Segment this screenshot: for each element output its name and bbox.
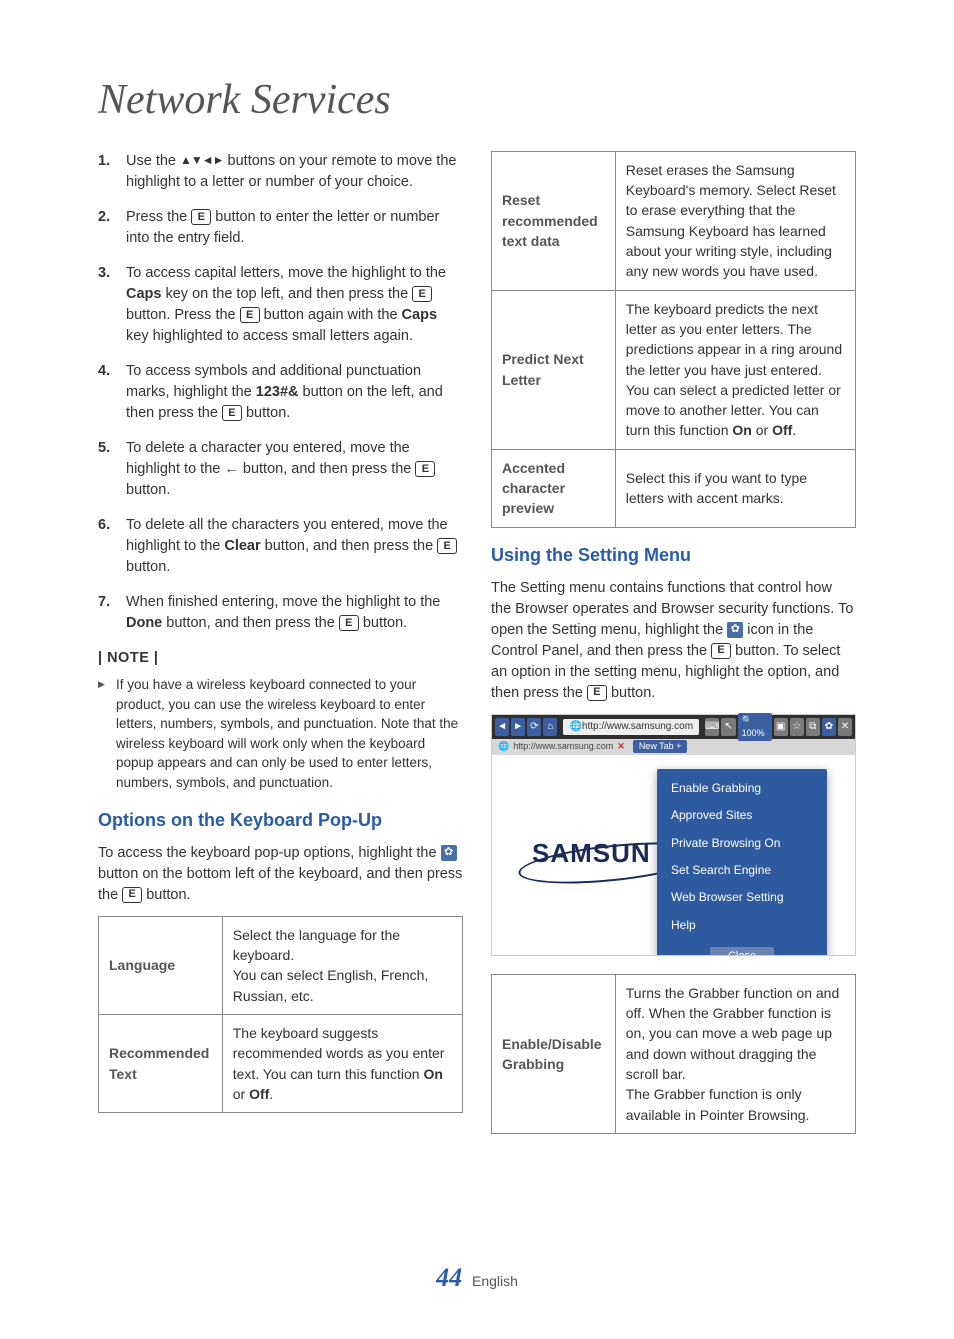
steps-list: Use the ▲▼◄► buttons on your remote to m… [98, 151, 463, 634]
tab-close-icon: ✕ [617, 740, 625, 753]
page-lang: English [472, 1273, 518, 1289]
browser-toolbar: ◄ ► ⟳ ⌂ 🌐 http://www.samsung.com ⌨ ↖ 🔍 1… [492, 715, 855, 739]
note-label: | NOTE | [98, 648, 463, 669]
table-row: Enable/Disable Grabbing Turns the Grabbe… [492, 974, 856, 1133]
right-column: Reset recommended text data Reset erases… [491, 151, 856, 1148]
menu-item: Help [657, 912, 827, 939]
browser-viewport: SAMSUN Enable Grabbing Approved Sites Pr… [492, 755, 855, 955]
page-number: 44 [436, 1263, 462, 1292]
table-row: Predict Next Letter The keyboard predict… [492, 290, 856, 449]
opt-key: Accented character preview [492, 449, 616, 527]
setting-menu-heading: Using the Setting Menu [491, 542, 856, 568]
logo-text: SAMSUN [532, 838, 651, 868]
table-row: Recommended Text The keyboard suggests r… [99, 1014, 463, 1112]
left-column: Use the ▲▼◄► buttons on your remote to m… [98, 151, 463, 1148]
opt-val: Turns the Grabber function on and off. W… [615, 974, 855, 1133]
settings-icon: ✿ [822, 718, 836, 736]
menu-item: Set Search Engine [657, 857, 827, 884]
opt-val: Reset erases the Samsung Keyboard's memo… [615, 151, 855, 290]
step-2: Press the E button to enter the letter o… [98, 207, 463, 249]
opt-val: The keyboard predicts the next letter as… [615, 290, 855, 449]
reload-icon: ⟳ [527, 718, 541, 736]
enter-icon: E [587, 685, 607, 701]
home-icon: ⌂ [543, 718, 557, 736]
url-text: http://www.samsung.com [582, 720, 693, 735]
menu-item: Approved Sites [657, 802, 827, 829]
keyboard-options-table-cont: Reset recommended text data Reset erases… [491, 151, 856, 528]
opt-val: Select the language for the keyboard.You… [222, 916, 462, 1014]
page-footer: 44 English [0, 1259, 954, 1297]
enter-icon: E [412, 286, 432, 302]
grabbing-table: Enable/Disable Grabbing Turns the Grabbe… [491, 974, 856, 1134]
dpad-arrows-icon: ▲▼◄► [180, 152, 224, 169]
opt-val: Select this if you want to type letters … [615, 449, 855, 527]
menu-item: Web Browser Setting [657, 884, 827, 911]
opt-val: The keyboard suggests recommended words … [222, 1014, 462, 1112]
zoom-badge: 🔍 100% [738, 713, 772, 741]
history-icon: ⧉ [806, 718, 820, 736]
step-6: To delete all the characters you entered… [98, 515, 463, 578]
step-5: To delete a character you entered, move … [98, 438, 463, 501]
nav-fwd-icon: ► [511, 718, 525, 736]
zoom-text: 100% [742, 728, 765, 738]
cursor-icon: ↖ [721, 718, 735, 736]
enter-icon: E [437, 538, 457, 554]
menu-item: Enable Grabbing [657, 775, 827, 802]
keyboard-options-heading: Options on the Keyboard Pop-Up [98, 807, 463, 833]
step-4: To access symbols and additional punctua… [98, 361, 463, 424]
backspace-icon: ← [224, 461, 239, 477]
enter-icon: E [339, 615, 359, 631]
table-row: Reset recommended text data Reset erases… [492, 151, 856, 290]
keyboard-icon: ⌨ [705, 718, 719, 736]
keyboard-options-intro: To access the keyboard pop-up options, h… [98, 843, 463, 906]
step-1: Use the ▲▼◄► buttons on your remote to m… [98, 151, 463, 193]
browser-screenshot: ◄ ► ⟳ ⌂ 🌐 http://www.samsung.com ⌨ ↖ 🔍 1… [491, 714, 856, 956]
page-title: Network Services [0, 0, 954, 151]
menu-item: Private Browsing On [657, 830, 827, 857]
step-3: To access capital letters, move the high… [98, 263, 463, 347]
gear-icon: ✿ [727, 622, 743, 638]
enter-icon: E [222, 405, 242, 421]
enter-icon: E [191, 209, 211, 225]
url-bar: 🌐 http://www.samsung.com [563, 719, 699, 735]
enter-icon: E [711, 643, 731, 659]
menu-close-button: Close [710, 947, 774, 955]
opt-key: Language [99, 916, 223, 1014]
star-icon: ☆ [790, 718, 804, 736]
keyboard-options-table: Language Select the language for the key… [98, 916, 463, 1113]
settings-menu-popup: Enable Grabbing Approved Sites Private B… [657, 769, 827, 955]
opt-key: Reset recommended text data [492, 151, 616, 290]
table-row: Language Select the language for the key… [99, 916, 463, 1014]
gear-icon: ✿ [441, 845, 457, 861]
samsung-logo: SAMSUN [532, 835, 651, 873]
browser-tabbar: 🌐 http://www.samsung.com ✕ New Tab + [492, 739, 855, 755]
close-icon: ✕ [838, 718, 852, 736]
opt-key: Recommended Text [99, 1014, 223, 1112]
enter-icon: E [240, 307, 260, 323]
opt-key: Predict Next Letter [492, 290, 616, 449]
table-row: Accented character preview Select this i… [492, 449, 856, 527]
opt-key: Enable/Disable Grabbing [492, 974, 616, 1133]
new-tab-button: New Tab + [633, 740, 688, 753]
setting-menu-intro: The Setting menu contains functions that… [491, 578, 856, 704]
nav-back-icon: ◄ [495, 718, 509, 736]
step-7: When finished entering, move the highlig… [98, 592, 463, 634]
enter-icon: E [122, 887, 142, 903]
pip-icon: ▣ [774, 718, 788, 736]
enter-icon: E [415, 461, 435, 477]
tab-url: http://www.samsung.com [513, 740, 613, 753]
note-text: If you have a wireless keyboard connecte… [98, 675, 463, 792]
